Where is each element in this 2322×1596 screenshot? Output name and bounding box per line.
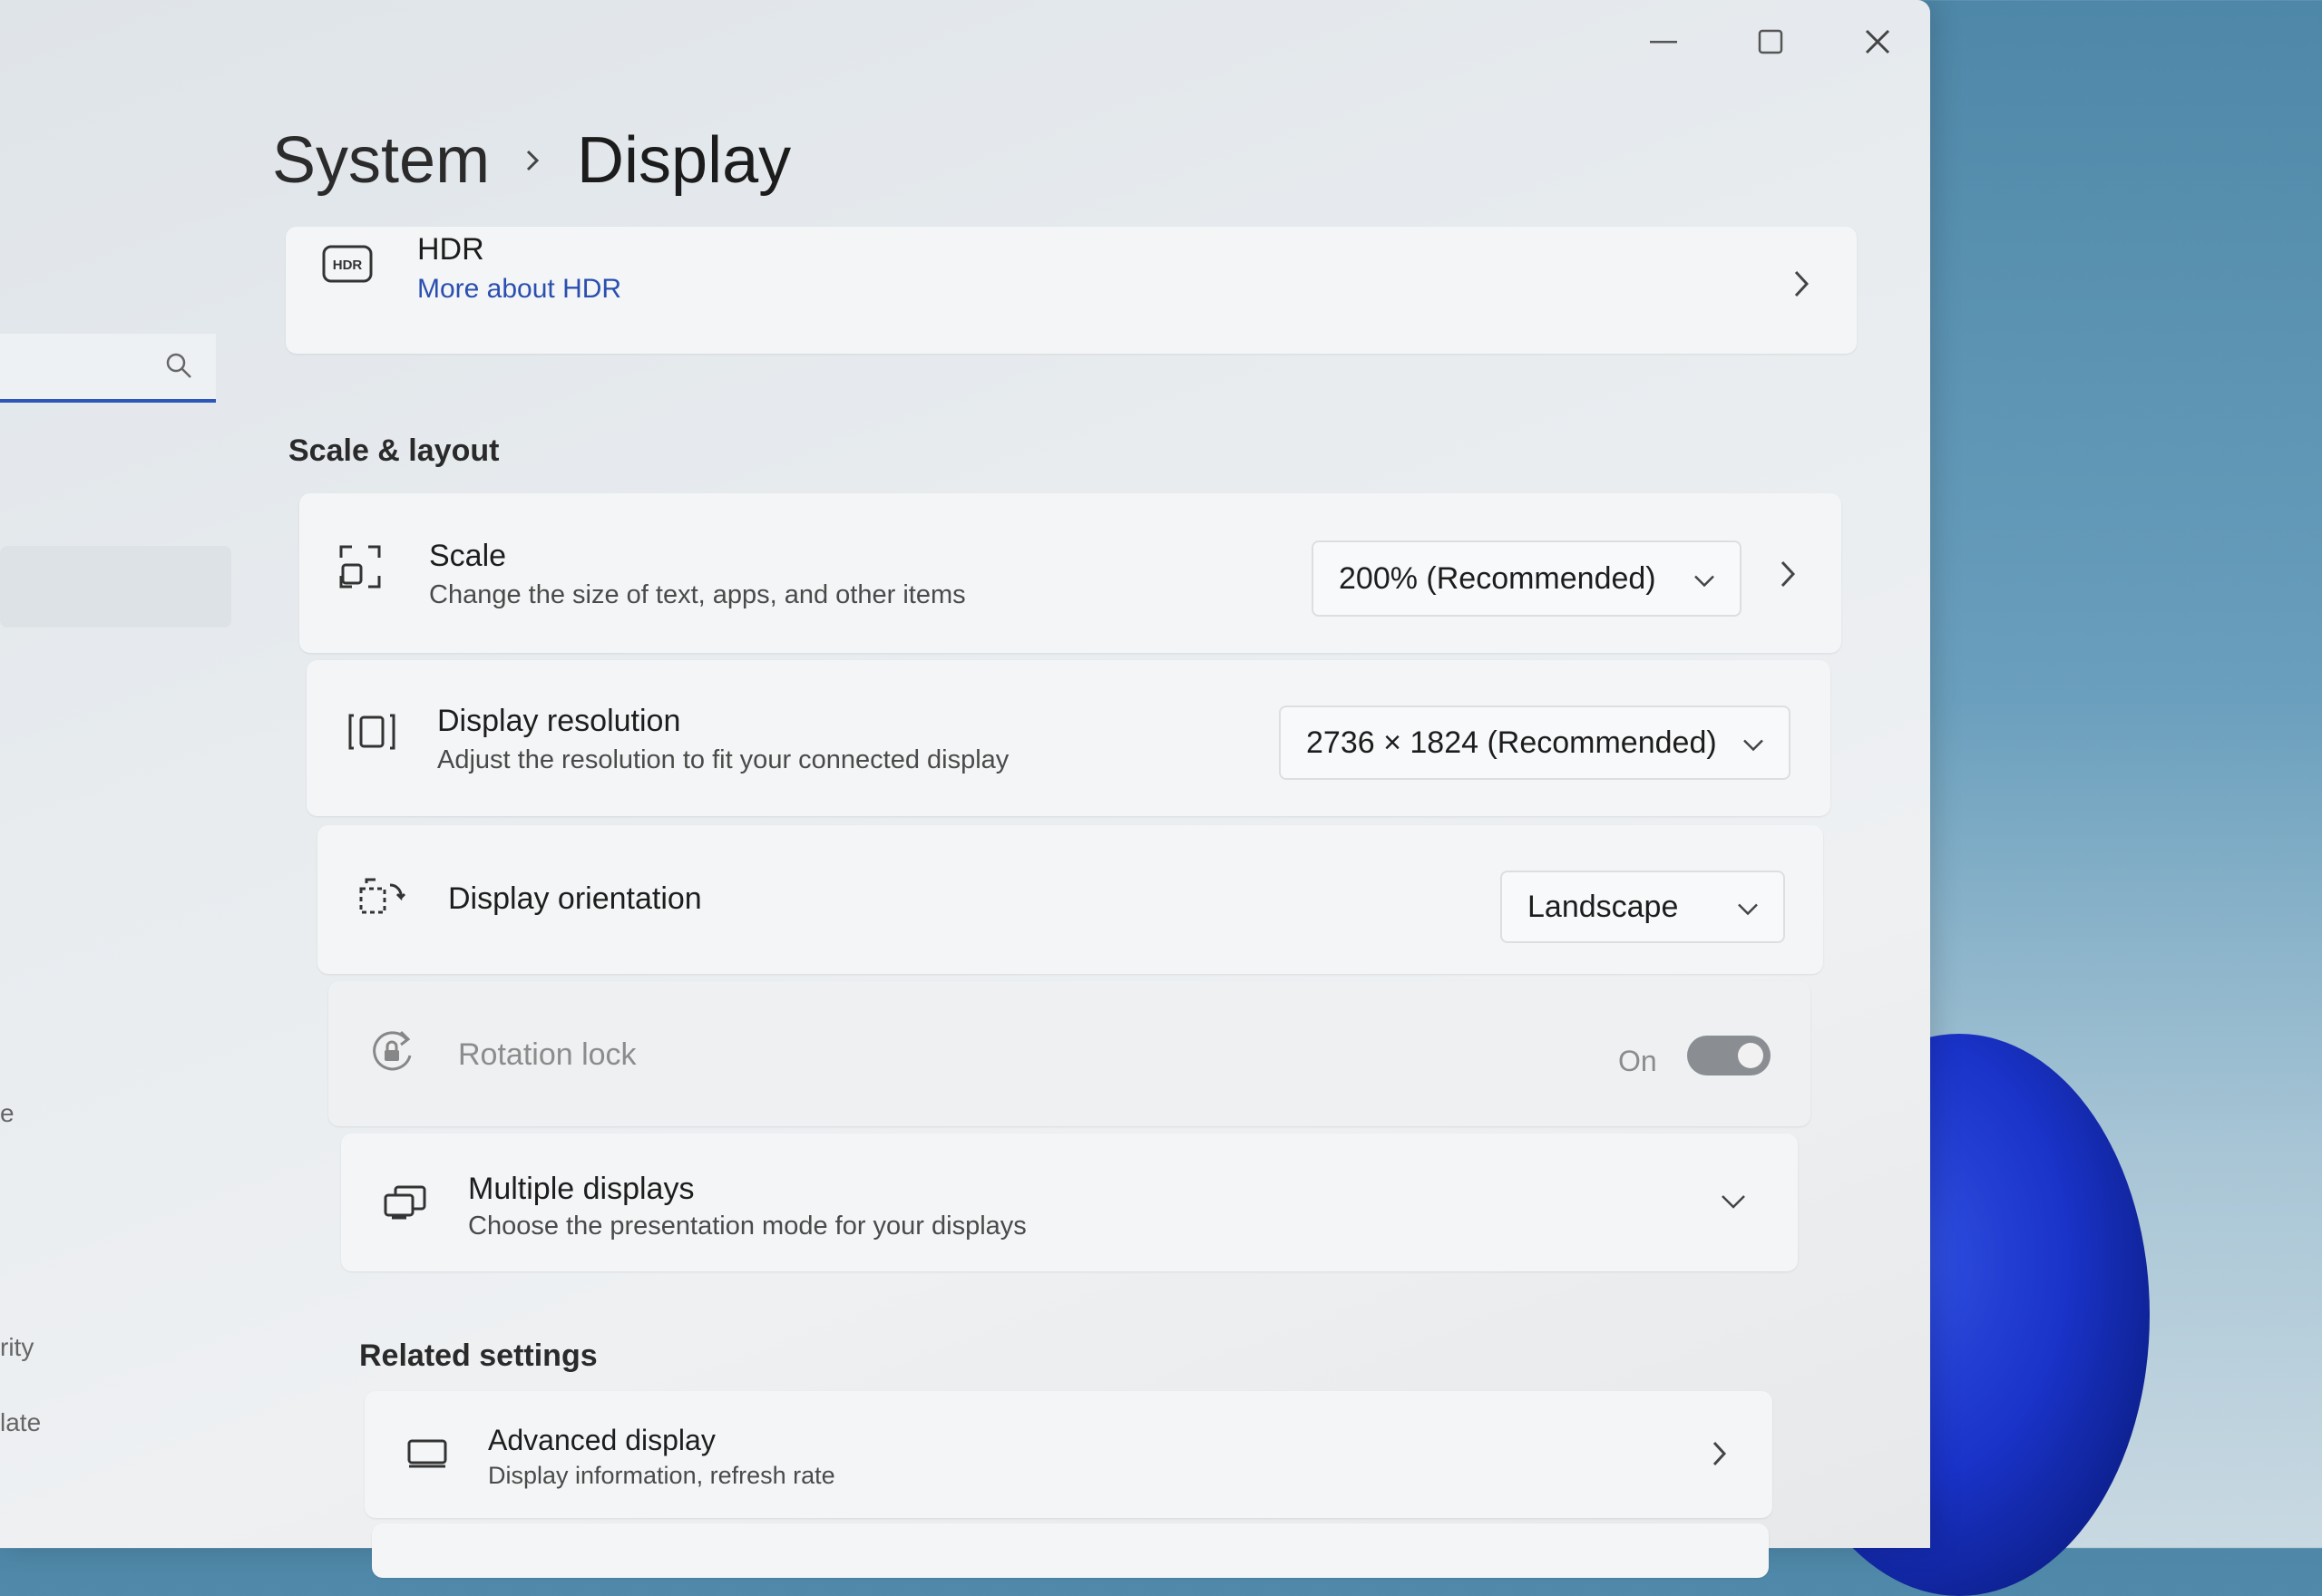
sidebar-item-selected[interactable] — [0, 546, 231, 628]
minimize-icon — [1650, 41, 1677, 44]
multiple-displays-icon — [383, 1184, 428, 1221]
orientation-dropdown-value: Landscape — [1527, 889, 1679, 924]
search-icon — [165, 352, 192, 384]
settings-window: e rity late System Display HDR HDR More … — [0, 0, 1930, 1578]
rotation-lock-icon — [368, 1027, 419, 1077]
breadcrumb: System Display — [272, 123, 791, 198]
scale-card[interactable]: Scale Change the size of text, apps, and… — [299, 493, 1841, 653]
hdr-link[interactable]: More about HDR — [417, 274, 621, 305]
resolution-title: Display resolution — [437, 704, 681, 738]
scale-icon — [337, 543, 383, 590]
chevron-down-icon — [1693, 561, 1716, 597]
sidebar-item-privacy-security[interactable]: rity — [0, 1333, 34, 1362]
scale-dropdown[interactable]: 200% (Recommended) — [1312, 540, 1742, 617]
resolution-card[interactable]: Display resolution Adjust the resolution… — [307, 660, 1830, 816]
multiple-displays-subtitle: Choose the presentation mode for your di… — [468, 1212, 1027, 1241]
page-title: Display — [577, 124, 792, 197]
resolution-icon — [346, 712, 397, 752]
rotation-lock-title: Rotation lock — [458, 1037, 637, 1072]
hdr-icon: HDR — [322, 245, 373, 283]
minimize-button[interactable] — [1628, 16, 1701, 67]
chevron-down-icon — [1736, 890, 1760, 925]
breadcrumb-chevron-icon — [522, 144, 544, 177]
orientation-icon — [357, 876, 408, 916]
scale-chevron-right-icon[interactable] — [1778, 559, 1798, 594]
scale-title: Scale — [429, 539, 507, 573]
rotation-lock-card: Rotation lock On — [328, 981, 1810, 1126]
scale-subtitle: Change the size of text, apps, and other… — [429, 580, 966, 609]
multiple-displays-card[interactable]: Multiple displays Choose the presentatio… — [341, 1134, 1798, 1271]
maximize-button[interactable] — [1734, 16, 1807, 67]
chevron-down-icon — [1742, 725, 1765, 761]
maximize-icon — [1758, 29, 1783, 54]
breadcrumb-parent[interactable]: System — [272, 123, 490, 198]
next-related-card[interactable] — [372, 1523, 1769, 1578]
advanced-display-card[interactable]: Advanced display Display information, re… — [365, 1391, 1772, 1518]
rotation-lock-state: On — [1618, 1045, 1657, 1077]
close-icon — [1865, 29, 1890, 54]
toggle-knob — [1738, 1043, 1763, 1068]
section-scale-layout: Scale & layout — [288, 433, 500, 468]
advanced-display-subtitle: Display information, refresh rate — [488, 1462, 835, 1489]
rotation-lock-toggle[interactable] — [1687, 1036, 1771, 1075]
resolution-dropdown[interactable]: 2736 × 1824 (Recommended) — [1279, 706, 1790, 780]
sidebar-item-windows-update[interactable]: late — [0, 1408, 41, 1437]
search-input[interactable] — [0, 334, 216, 403]
chevron-down-icon[interactable] — [1720, 1193, 1747, 1214]
scale-dropdown-value: 200% (Recommended) — [1339, 560, 1656, 596]
chevron-right-icon — [1711, 1440, 1729, 1472]
svg-text:HDR: HDR — [333, 258, 363, 273]
resolution-dropdown-value: 2736 × 1824 (Recommended) — [1306, 725, 1717, 760]
advanced-display-title: Advanced display — [488, 1424, 716, 1456]
orientation-dropdown[interactable]: Landscape — [1500, 871, 1785, 943]
section-related-settings: Related settings — [359, 1338, 598, 1373]
chevron-right-icon — [1791, 268, 1811, 304]
orientation-title: Display orientation — [448, 881, 702, 916]
hdr-title: HDR — [417, 232, 484, 267]
sidebar-partial-glyph: e — [0, 1099, 15, 1127]
multiple-displays-title: Multiple displays — [468, 1172, 695, 1206]
monitor-icon — [406, 1438, 448, 1469]
close-button[interactable] — [1841, 16, 1914, 67]
orientation-card[interactable]: Display orientation Landscape — [317, 825, 1823, 974]
resolution-subtitle: Adjust the resolution to fit your connec… — [437, 745, 1010, 774]
hdr-card[interactable]: HDR HDR More about HDR — [286, 227, 1857, 354]
